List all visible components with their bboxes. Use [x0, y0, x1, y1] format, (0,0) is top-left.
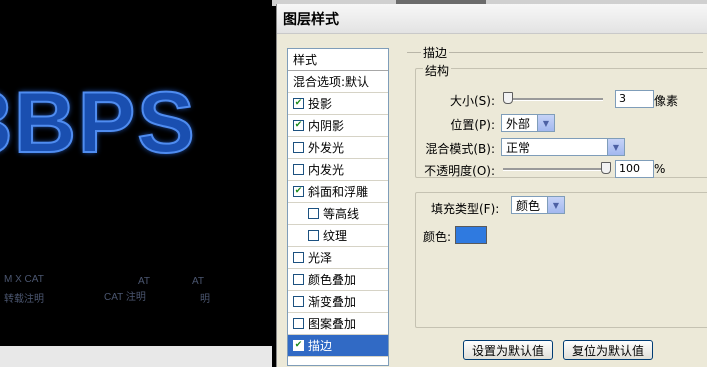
- style-list-item[interactable]: ✔ 斜面和浮雕: [288, 181, 388, 203]
- layer-style-dialog: 图层样式 样式 混合选项:默认 ✔ 投影 ✔ 内阴影外发光内发光 ✔ 斜面和浮雕等高线纹理光…: [276, 4, 707, 367]
- style-checkbox[interactable]: [293, 142, 304, 153]
- style-list-item-label: 斜面和浮雕: [308, 185, 369, 199]
- canvas-bottom-area: [0, 346, 272, 367]
- style-list-item-label: 颜色叠加: [308, 273, 357, 287]
- fill-type-label: 填充类型(F):: [431, 202, 500, 216]
- style-list-item[interactable]: 颜色叠加: [288, 269, 388, 291]
- style-checkbox[interactable]: [308, 208, 319, 219]
- style-list-item-label: 等高线: [323, 207, 360, 221]
- canvas-faint-text: 转载注明: [4, 294, 44, 305]
- style-list-item-label: 内发光: [308, 163, 345, 177]
- style-list-item-label: 内阴影: [308, 119, 345, 133]
- style-list: 样式 混合选项:默认 ✔ 投影 ✔ 内阴影外发光内发光 ✔ 斜面和浮雕等高线纹理光泽颜色叠加…: [287, 48, 389, 366]
- set-default-button[interactable]: 设置为默认值: [463, 340, 553, 360]
- style-checkbox[interactable]: ✔: [293, 98, 304, 109]
- style-list-item[interactable]: 内发光: [288, 159, 388, 181]
- stroke-group-title: 描边: [421, 44, 450, 61]
- dialog-title: 图层样式: [283, 11, 339, 28]
- style-list-item[interactable]: ✔ 描边: [288, 335, 388, 357]
- position-select[interactable]: 外部 ▼: [501, 114, 555, 132]
- canvas-faint-text: CAT 注明: [104, 292, 146, 303]
- style-list-item-label: 渐变叠加: [308, 295, 357, 309]
- style-list-item[interactable]: 混合选项:默认: [288, 71, 388, 93]
- style-list-item[interactable]: ✔ 内阴影: [288, 115, 388, 137]
- size-slider-thumb[interactable]: [503, 92, 513, 104]
- style-list-item-label: 描边: [308, 339, 333, 353]
- opacity-unit: %: [654, 162, 666, 176]
- style-list-item[interactable]: 图案叠加: [288, 313, 388, 335]
- opacity-slider-thumb[interactable]: [601, 162, 611, 174]
- style-list-item-label: 图案叠加: [308, 317, 357, 331]
- chevron-down-icon: ▼: [537, 115, 554, 131]
- style-list-item[interactable]: 渐变叠加: [288, 291, 388, 313]
- size-slider-track[interactable]: [503, 98, 603, 101]
- blend-mode-label: 混合模式(B):: [425, 142, 495, 156]
- style-checkbox[interactable]: [293, 296, 304, 307]
- style-list-item[interactable]: 外发光: [288, 137, 388, 159]
- style-list-header[interactable]: 样式: [288, 49, 388, 71]
- canvas-faint-text: M X CAT: [4, 274, 44, 285]
- dialog-titlebar[interactable]: 图层样式: [277, 4, 707, 34]
- style-list-item-label: 光泽: [308, 251, 333, 265]
- canvas-faint-text: AT: [138, 276, 151, 287]
- position-label: 位置(P):: [450, 118, 495, 132]
- opacity-input[interactable]: 100: [615, 160, 654, 178]
- style-checkbox[interactable]: [308, 230, 319, 241]
- opacity-slider-track[interactable]: [503, 168, 603, 171]
- structure-title: 结构: [423, 62, 452, 79]
- style-list-item-label: 混合选项:默认: [293, 75, 370, 89]
- size-unit: 像素: [654, 94, 679, 108]
- style-list-item[interactable]: ✔ 投影: [288, 93, 388, 115]
- style-checkbox[interactable]: [293, 318, 304, 329]
- blend-mode-select[interactable]: 正常 ▼: [501, 138, 625, 156]
- style-list-item[interactable]: 纹理: [288, 225, 388, 247]
- group-divider: [407, 52, 703, 53]
- style-list-item-label: 投影: [308, 97, 333, 111]
- size-label: 大小(S):: [449, 94, 495, 108]
- color-label: 颜色:: [423, 230, 452, 244]
- style-checkbox[interactable]: [293, 274, 304, 285]
- canvas-text-layer: 3BPS: [0, 74, 197, 172]
- style-list-item-label: 外发光: [308, 141, 345, 155]
- opacity-label: 不透明度(O):: [424, 164, 495, 178]
- style-checkbox[interactable]: ✔: [293, 120, 304, 131]
- canvas-faint-text: AT: [192, 276, 205, 287]
- style-checkbox[interactable]: ✔: [293, 186, 304, 197]
- style-list-item[interactable]: 等高线: [288, 203, 388, 225]
- size-input[interactable]: 3: [615, 90, 654, 108]
- document-canvas: 3BPS M X CAT 转载注明 CAT 注明 AT AT 明: [0, 0, 272, 367]
- chevron-down-icon: ▼: [607, 139, 624, 155]
- style-list-item-label: 纹理: [323, 229, 348, 243]
- style-checkbox[interactable]: [293, 252, 304, 263]
- canvas-faint-text: 明: [200, 294, 210, 305]
- style-list-item[interactable]: 光泽: [288, 247, 388, 269]
- chevron-down-icon: ▼: [547, 197, 564, 213]
- fill-type-select[interactable]: 颜色 ▼: [511, 196, 565, 214]
- color-swatch[interactable]: [455, 226, 487, 244]
- reset-default-button[interactable]: 复位为默认值: [563, 340, 653, 360]
- style-checkbox[interactable]: ✔: [293, 340, 304, 351]
- style-checkbox[interactable]: [293, 164, 304, 175]
